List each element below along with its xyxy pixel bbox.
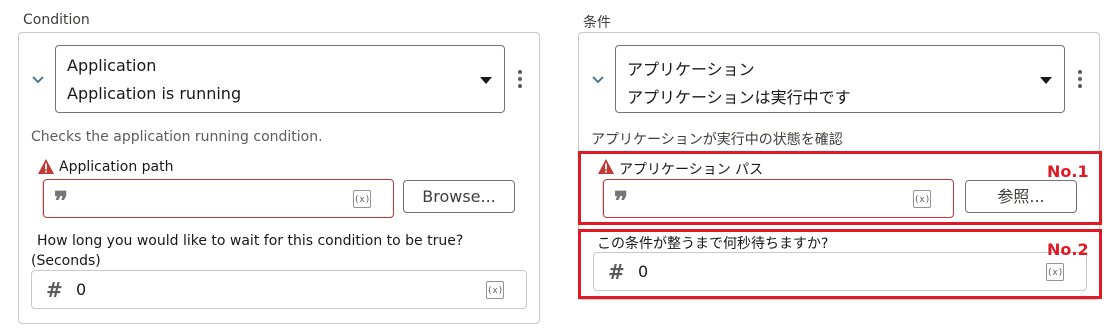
annotation-tag-no1: No.1 xyxy=(1047,162,1089,181)
wait-time-label: How long you would like to wait for this… xyxy=(37,233,464,249)
number-hash-icon: # xyxy=(46,278,63,302)
annotation-tag-no2: No.2 xyxy=(1047,240,1089,259)
condition-card-english: Application Application is running Check… xyxy=(18,32,540,324)
section-title-condition-ja: 条件 xyxy=(583,15,611,31)
chevron-down-icon[interactable] xyxy=(30,71,46,87)
section-title-condition: Condition xyxy=(23,12,90,28)
condition-type-select[interactable]: Application Application is running xyxy=(55,45,505,113)
select-value-ja: アプリケーションは実行中です xyxy=(627,88,851,107)
wait-time-input[interactable]: # 0 (x) xyxy=(31,270,527,309)
wait-time-unit-label: (Seconds) xyxy=(31,253,101,269)
annotation-frame-no1 xyxy=(578,151,1102,225)
annotation-frame-no2 xyxy=(578,229,1102,299)
chevron-down-icon[interactable] xyxy=(590,71,606,87)
select-value: Application is running xyxy=(67,84,242,103)
condition-description-ja: アプリケーションが実行中の状態を確認 xyxy=(591,132,843,148)
condition-type-select-ja[interactable]: アプリケーション アプリケーションは実行中です xyxy=(615,45,1065,113)
more-vertical-icon[interactable] xyxy=(517,70,523,90)
variable-fx-icon[interactable]: (x) xyxy=(486,281,504,299)
caret-down-icon[interactable] xyxy=(480,77,492,85)
condition-description: Checks the application running condition… xyxy=(31,129,323,145)
caret-down-icon[interactable] xyxy=(1040,77,1052,85)
application-path-input[interactable]: ❞ (x) xyxy=(43,179,394,218)
wait-time-value: 0 xyxy=(76,280,87,299)
select-title-ja: アプリケーション xyxy=(627,60,755,79)
warning-icon xyxy=(38,159,54,174)
text-quote-icon: ❞ xyxy=(54,187,68,217)
browse-button[interactable]: Browse... xyxy=(403,180,515,213)
variable-fx-icon[interactable]: (x) xyxy=(353,190,371,208)
more-vertical-icon[interactable] xyxy=(1077,70,1083,90)
application-path-label: Application path xyxy=(59,159,174,175)
select-title: Application xyxy=(67,56,157,75)
